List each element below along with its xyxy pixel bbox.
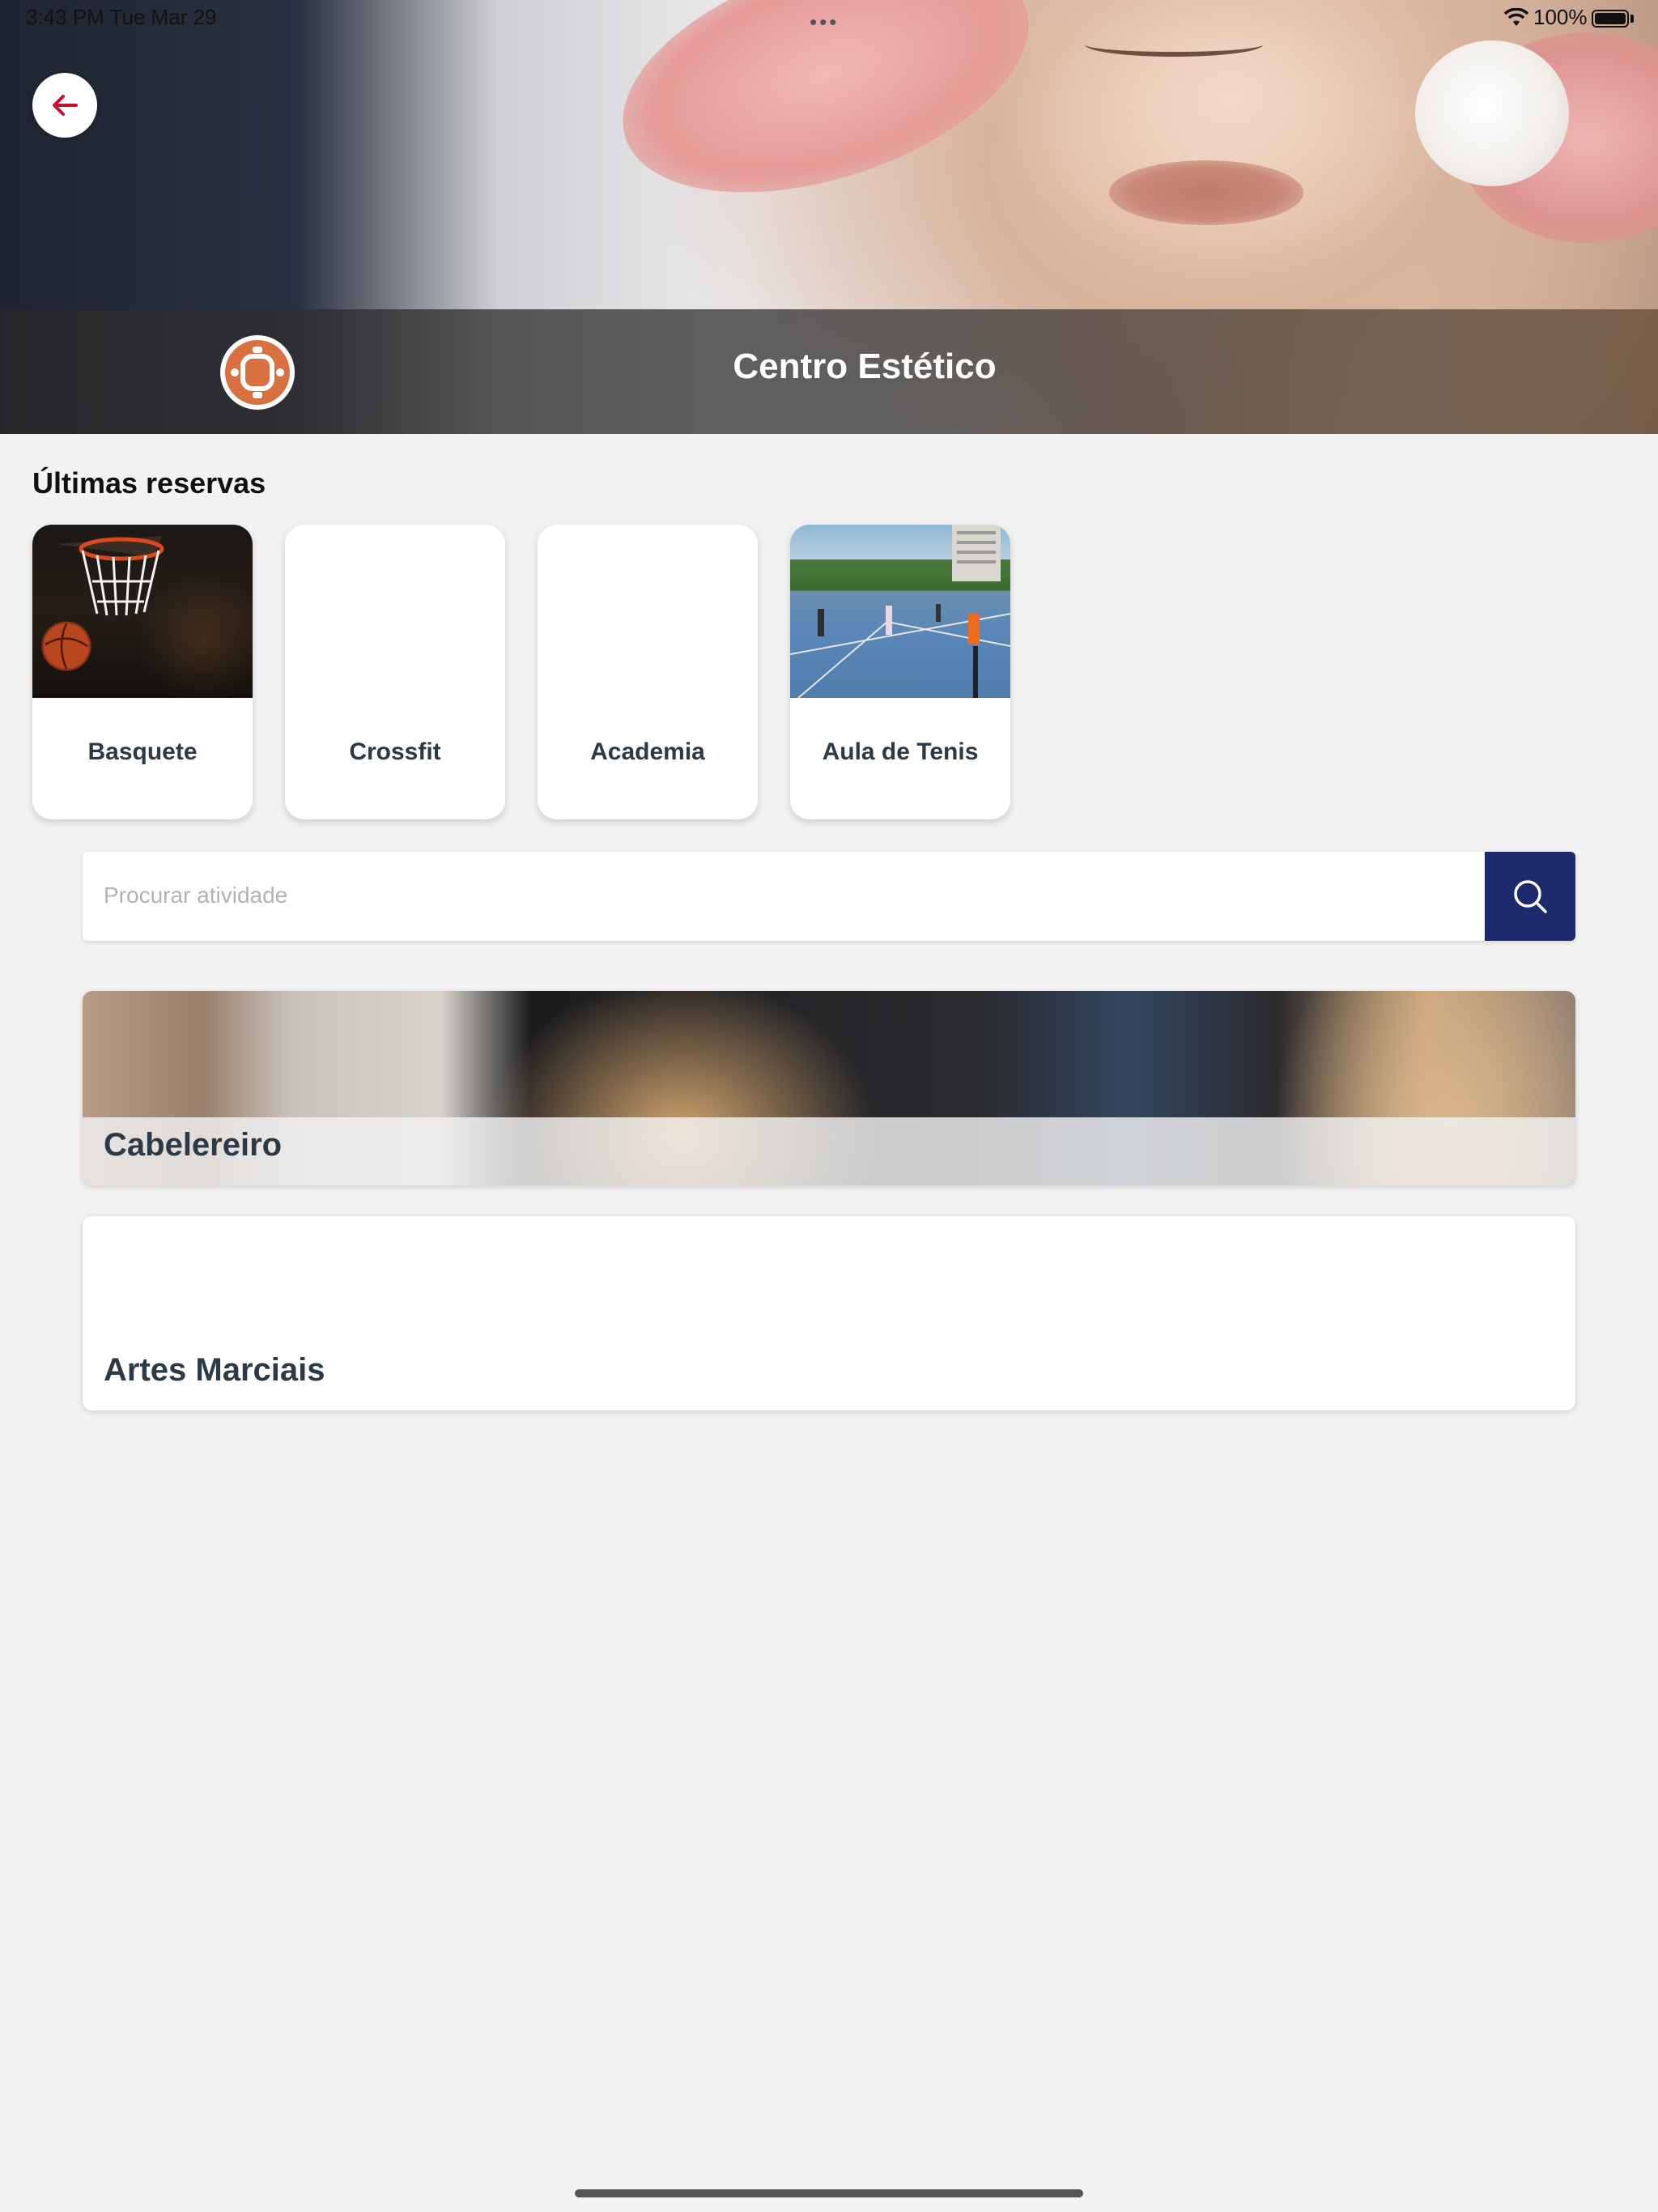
recent-bookings-title: Últimas reservas bbox=[32, 466, 266, 500]
category-name: Artes Marciais bbox=[104, 1352, 325, 1388]
recent-card-label: Crossfit bbox=[349, 738, 441, 765]
arrow-left-icon bbox=[53, 95, 78, 116]
search-input[interactable]: Procurar atividade bbox=[104, 883, 287, 908]
category-name: Cabelereiro bbox=[104, 1127, 283, 1163]
battery-icon bbox=[1592, 10, 1629, 28]
status-bar: 3:43 PM Tue Mar 29 ••• 100% bbox=[0, 0, 1658, 39]
tennis-court-image bbox=[790, 525, 1010, 699]
back-button[interactable] bbox=[32, 73, 97, 138]
recent-card-label: Academia bbox=[590, 738, 705, 765]
recent-card-basquete[interactable]: Basquete bbox=[32, 525, 253, 819]
search-button[interactable] bbox=[1485, 852, 1575, 941]
status-time: 3:43 PM Tue Mar 29 bbox=[26, 5, 217, 29]
home-indicator[interactable] bbox=[575, 2189, 1083, 2197]
recent-card-label: Basquete bbox=[87, 738, 198, 765]
basketball-image bbox=[32, 525, 253, 698]
category-card-artes-marciais[interactable]: Artes Marciais bbox=[83, 1216, 1575, 1410]
multitasking-dots[interactable]: ••• bbox=[810, 10, 839, 35]
recent-card-crossfit[interactable]: Crossfit bbox=[285, 525, 505, 819]
category-card-cabelereiro[interactable]: Cabelereiro bbox=[83, 991, 1575, 1185]
recent-card-academia[interactable]: Academia bbox=[538, 525, 758, 819]
page-title: Centro Estético bbox=[733, 347, 997, 386]
recent-card-label: Aula de Tenis bbox=[822, 738, 979, 765]
activity-search: Procurar atividade bbox=[83, 852, 1575, 941]
recent-card-aula-de-tenis[interactable]: Aula de Tenis bbox=[790, 525, 1010, 819]
wifi-icon bbox=[1504, 8, 1528, 26]
battery-percent: 100% bbox=[1533, 5, 1588, 29]
search-icon bbox=[1514, 880, 1547, 913]
